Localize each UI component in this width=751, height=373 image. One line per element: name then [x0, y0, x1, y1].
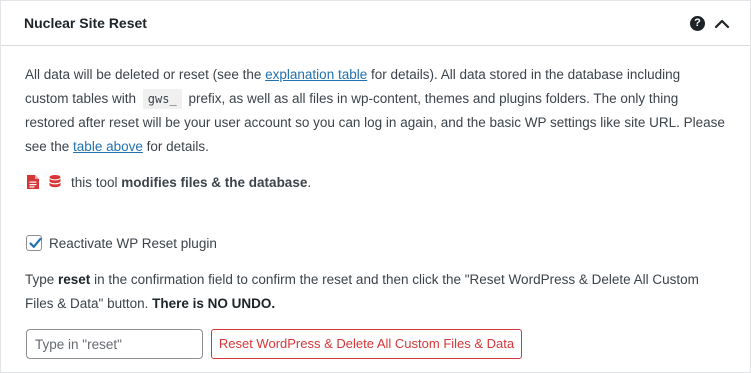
reset-confirm-input[interactable] — [26, 329, 203, 359]
table-above-link[interactable]: table above — [73, 139, 143, 154]
description-part: All data will be deleted or reset (see t… — [25, 67, 266, 82]
no-undo-warning: There is NO UNDO. — [152, 296, 276, 311]
checkmark-icon — [29, 237, 42, 248]
chevron-up-icon[interactable] — [713, 15, 731, 33]
reset-wordpress-button[interactable]: Reset WordPress & Delete All Custom File… — [211, 329, 522, 359]
warning-suffix: . — [307, 174, 312, 190]
warning-prefix: this tool — [71, 174, 122, 190]
description-text: All data will be deleted or reset (see t… — [25, 63, 725, 159]
warning-row: this tool modifies files & the database. — [27, 172, 311, 192]
description-part: for details. — [142, 139, 209, 154]
card-title: Nuclear Site Reset — [24, 15, 147, 31]
nuclear-reset-card: Nuclear Site Reset ? All data will be de… — [0, 0, 751, 373]
confirm-part: Type — [25, 272, 59, 287]
reactivate-label[interactable]: Reactivate WP Reset plugin — [49, 236, 217, 251]
explanation-table-link[interactable]: explanation table — [265, 67, 367, 82]
database-icon — [49, 175, 61, 188]
warning-strong: modifies files & the database — [121, 174, 308, 190]
card-header: Nuclear Site Reset ? — [1, 1, 750, 46]
file-icon — [27, 175, 39, 189]
confirm-instructions: Type reset in the confirmation field to … — [25, 268, 725, 316]
confirm-part: in the confirmation field to confirm the… — [25, 272, 699, 311]
help-icon[interactable]: ? — [690, 16, 705, 31]
warning-text: this tool modifies files & the database. — [71, 175, 311, 190]
prefix-code: gws_ — [142, 89, 182, 109]
confirm-keyword: reset — [58, 272, 91, 287]
reactivate-row[interactable]: Reactivate WP Reset plugin — [26, 234, 217, 252]
reactivate-checkbox[interactable] — [26, 235, 42, 251]
